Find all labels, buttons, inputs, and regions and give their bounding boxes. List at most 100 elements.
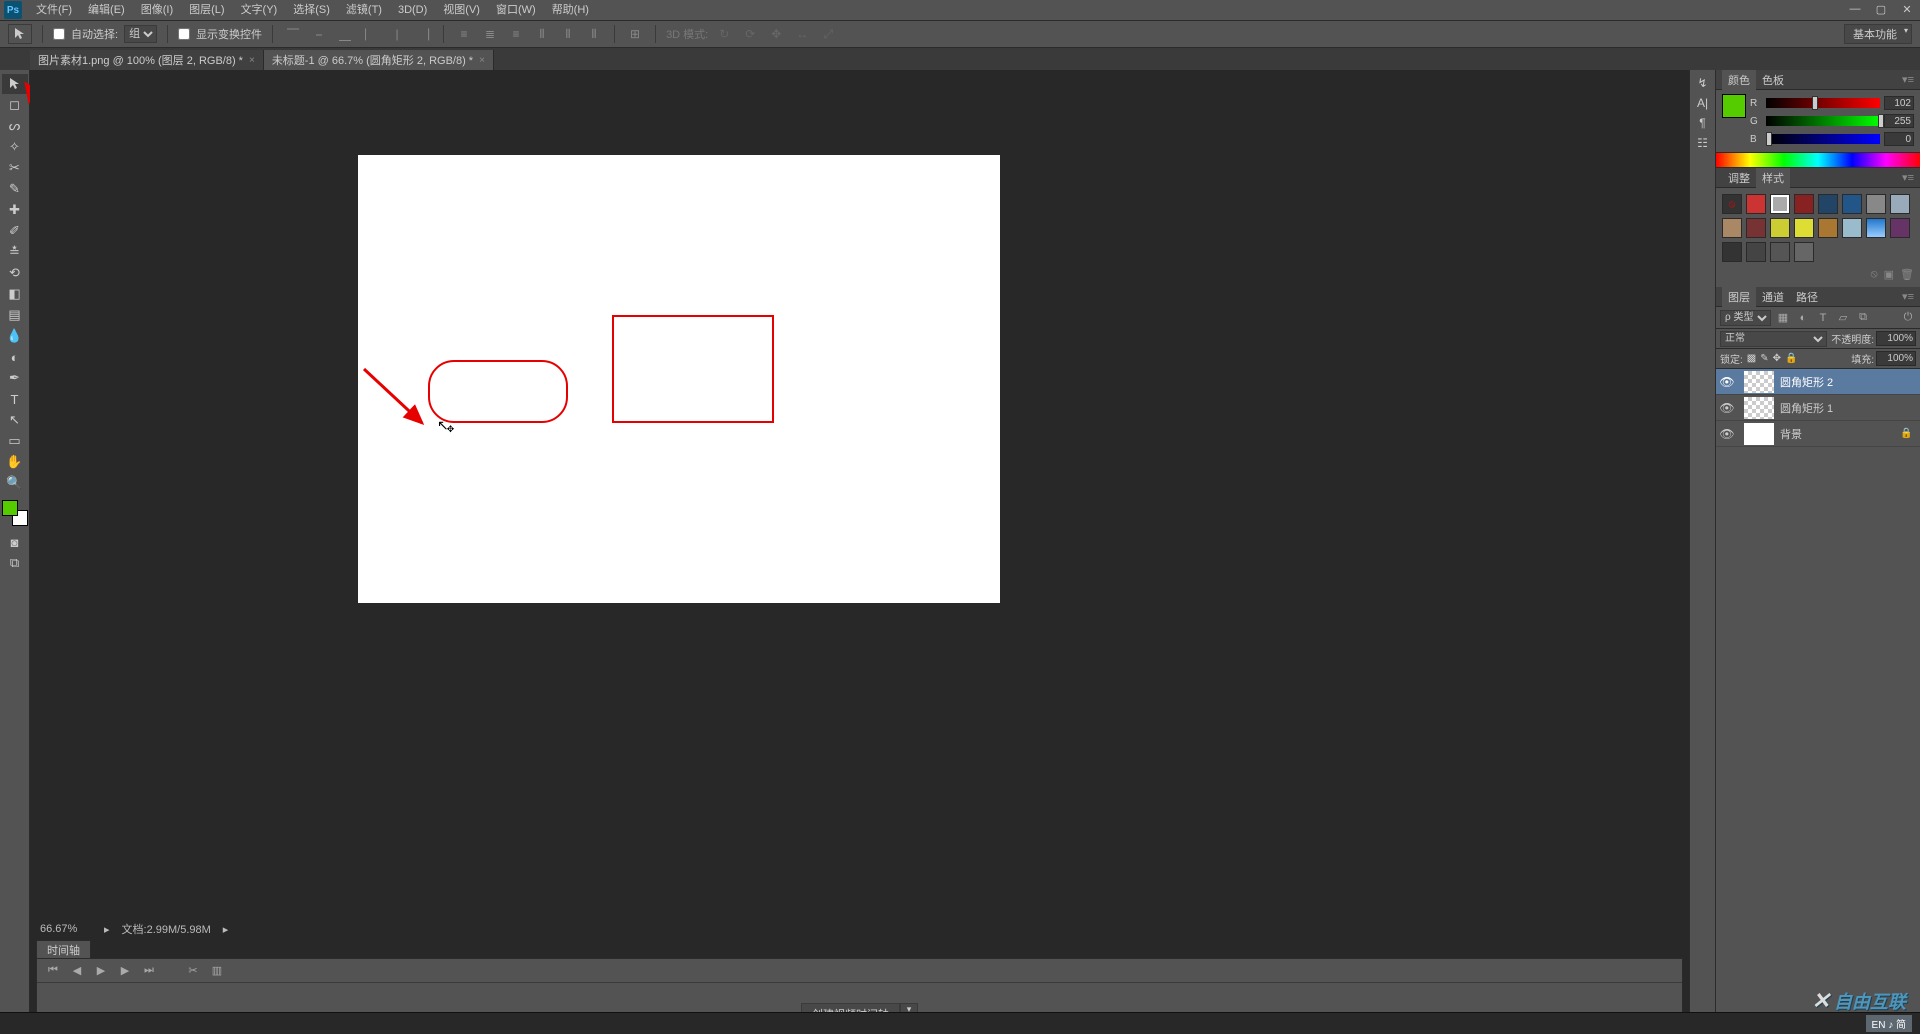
new-style-icon[interactable]: ▣ — [1884, 268, 1894, 281]
lock-position-icon[interactable]: ✥ — [1773, 353, 1781, 364]
zoom-level[interactable]: 66.67% — [36, 923, 92, 935]
style-preset[interactable] — [1770, 242, 1790, 262]
auto-select-dropdown[interactable]: 组 — [124, 25, 157, 43]
styles-tab[interactable]: 样式 — [1756, 168, 1790, 188]
current-tool-indicator[interactable] — [8, 24, 32, 44]
paths-tab[interactable]: 路径 — [1790, 287, 1824, 307]
align-right-icon[interactable]: ⎹ — [413, 24, 433, 44]
timeline-tab[interactable]: 时间轴 — [36, 940, 91, 958]
channels-tab[interactable]: 通道 — [1756, 287, 1790, 307]
timeline-prev-frame-button[interactable]: ◀ — [69, 964, 85, 977]
r-slider[interactable] — [1766, 98, 1880, 108]
layer-thumbnail[interactable] — [1744, 423, 1774, 445]
style-preset[interactable] — [1722, 242, 1742, 262]
brush-tool[interactable]: ✐ — [2, 221, 28, 241]
document-tab-2[interactable]: 未标题-1 @ 66.7% (圆角矩形 2, RGB/8) *× — [264, 50, 494, 70]
color-spectrum[interactable] — [1716, 152, 1920, 168]
align-bottom-icon[interactable]: ⎽ — [335, 24, 355, 44]
timeline-transition-button[interactable]: ▥ — [209, 964, 225, 977]
lock-all-icon[interactable]: 🔒 — [1785, 353, 1797, 364]
menu-view[interactable]: 视图(V) — [435, 0, 488, 20]
b-slider[interactable] — [1766, 134, 1880, 144]
show-transform-checkbox[interactable] — [178, 28, 190, 40]
lock-pixels-icon[interactable]: ✎ — [1760, 353, 1768, 364]
3d-slide-icon[interactable]: ↔ — [792, 24, 812, 44]
style-preset[interactable] — [1770, 194, 1790, 214]
style-preset[interactable] — [1842, 218, 1862, 238]
r-value[interactable]: 102 — [1884, 96, 1914, 110]
style-preset[interactable] — [1746, 218, 1766, 238]
document-tab-1[interactable]: 图片素材1.png @ 100% (图层 2, RGB/8) *× — [30, 50, 264, 70]
lock-transparent-icon[interactable]: ▩ — [1747, 353, 1756, 364]
align-left-icon[interactable]: ⎸ — [361, 24, 381, 44]
layer-filter-kind[interactable]: ρ 类型 — [1720, 310, 1771, 326]
panel-menu-icon[interactable]: ▾≡ — [1902, 171, 1914, 184]
b-value[interactable]: 0 — [1884, 132, 1914, 146]
style-preset[interactable]: ⦸ — [1722, 194, 1742, 214]
panel-menu-icon[interactable]: ▾≡ — [1902, 73, 1914, 86]
layer-thumbnail[interactable] — [1744, 397, 1774, 419]
style-preset[interactable] — [1818, 194, 1838, 214]
visibility-toggle-icon[interactable]: 👁 — [1716, 401, 1738, 415]
auto-select-checkbox[interactable] — [53, 28, 65, 40]
history-brush-tool[interactable]: ⟲ — [2, 263, 28, 283]
blend-mode-dropdown[interactable]: 正常 — [1720, 331, 1827, 347]
history-panel-icon[interactable]: ↯ — [1697, 76, 1707, 90]
align-top-icon[interactable]: ⎺ — [283, 24, 303, 44]
layer-item[interactable]: 👁 背景 🔒 — [1716, 421, 1920, 447]
3d-pan-icon[interactable]: ✥ — [766, 24, 786, 44]
filter-shape-icon[interactable]: ▱ — [1835, 310, 1851, 326]
distribute-h3-icon[interactable]: ⫴ — [584, 24, 604, 44]
auto-align-icon[interactable]: ⊞ — [625, 24, 645, 44]
distribute-h2-icon[interactable]: ⫴ — [558, 24, 578, 44]
3d-roll-icon[interactable]: ⟳ — [740, 24, 760, 44]
pen-tool[interactable]: ✒ — [2, 368, 28, 388]
screen-mode-tool[interactable]: ⧉ — [2, 553, 28, 573]
style-preset[interactable] — [1818, 218, 1838, 238]
adjustments-tab[interactable]: 调整 — [1722, 168, 1756, 188]
distribute-v2-icon[interactable]: ≣ — [480, 24, 500, 44]
timeline-first-frame-button[interactable]: ⏮ — [45, 964, 61, 977]
path-selection-tool[interactable]: ↖ — [2, 410, 28, 430]
style-preset[interactable] — [1746, 194, 1766, 214]
style-preset[interactable] — [1794, 218, 1814, 238]
style-preset[interactable] — [1794, 194, 1814, 214]
menu-3d[interactable]: 3D(D) — [390, 0, 435, 20]
clone-stamp-tool[interactable]: ≛ — [2, 242, 28, 262]
distribute-v1-icon[interactable]: ≡ — [454, 24, 474, 44]
visibility-toggle-icon[interactable]: 👁 — [1716, 427, 1738, 441]
menu-filter[interactable]: 滤镜(T) — [338, 0, 390, 20]
language-indicator[interactable]: EN ♪ 简 — [1866, 1015, 1912, 1032]
foreground-color-swatch[interactable] — [2, 500, 18, 516]
layer-name[interactable]: 背景 — [1780, 426, 1900, 442]
properties-panel-icon[interactable]: ☷ — [1697, 136, 1708, 150]
gradient-tool[interactable]: ▤ — [2, 305, 28, 325]
distribute-h1-icon[interactable]: ⫴ — [532, 24, 552, 44]
panel-menu-icon[interactable]: ▾≡ — [1902, 290, 1914, 303]
timeline-play-button[interactable]: ▶ — [93, 964, 109, 977]
visibility-toggle-icon[interactable]: 👁 — [1716, 375, 1738, 389]
hand-tool[interactable]: ✋ — [2, 452, 28, 472]
menu-layer[interactable]: 图层(L) — [181, 0, 232, 20]
g-value[interactable]: 255 — [1884, 114, 1914, 128]
style-preset[interactable] — [1890, 218, 1910, 238]
text-tool[interactable]: T — [2, 389, 28, 409]
filter-smart-icon[interactable]: ⧉ — [1855, 310, 1871, 326]
layer-name[interactable]: 圆角矩形 2 — [1780, 374, 1920, 390]
style-preset[interactable] — [1866, 218, 1886, 238]
timeline-last-frame-button[interactable]: ⏭ — [141, 964, 157, 977]
blur-tool[interactable]: 💧 — [2, 326, 28, 346]
style-preset[interactable] — [1722, 218, 1742, 238]
shape-tool[interactable]: ▭ — [2, 431, 28, 451]
character-panel-icon[interactable]: A| — [1697, 96, 1708, 110]
clear-style-icon[interactable]: ⦸ — [1870, 268, 1877, 281]
style-preset[interactable] — [1746, 242, 1766, 262]
menu-select[interactable]: 选择(S) — [285, 0, 338, 20]
layer-item[interactable]: 👁 圆角矩形 1 — [1716, 395, 1920, 421]
quick-mask-tool[interactable]: ◙ — [2, 532, 28, 552]
eraser-tool[interactable]: ◧ — [2, 284, 28, 304]
rectangle-shape[interactable] — [612, 315, 774, 423]
filter-toggle[interactable]: ⏻ — [1900, 310, 1916, 326]
layer-name[interactable]: 圆角矩形 1 — [1780, 400, 1920, 416]
fill-value[interactable]: 100% — [1876, 351, 1916, 366]
